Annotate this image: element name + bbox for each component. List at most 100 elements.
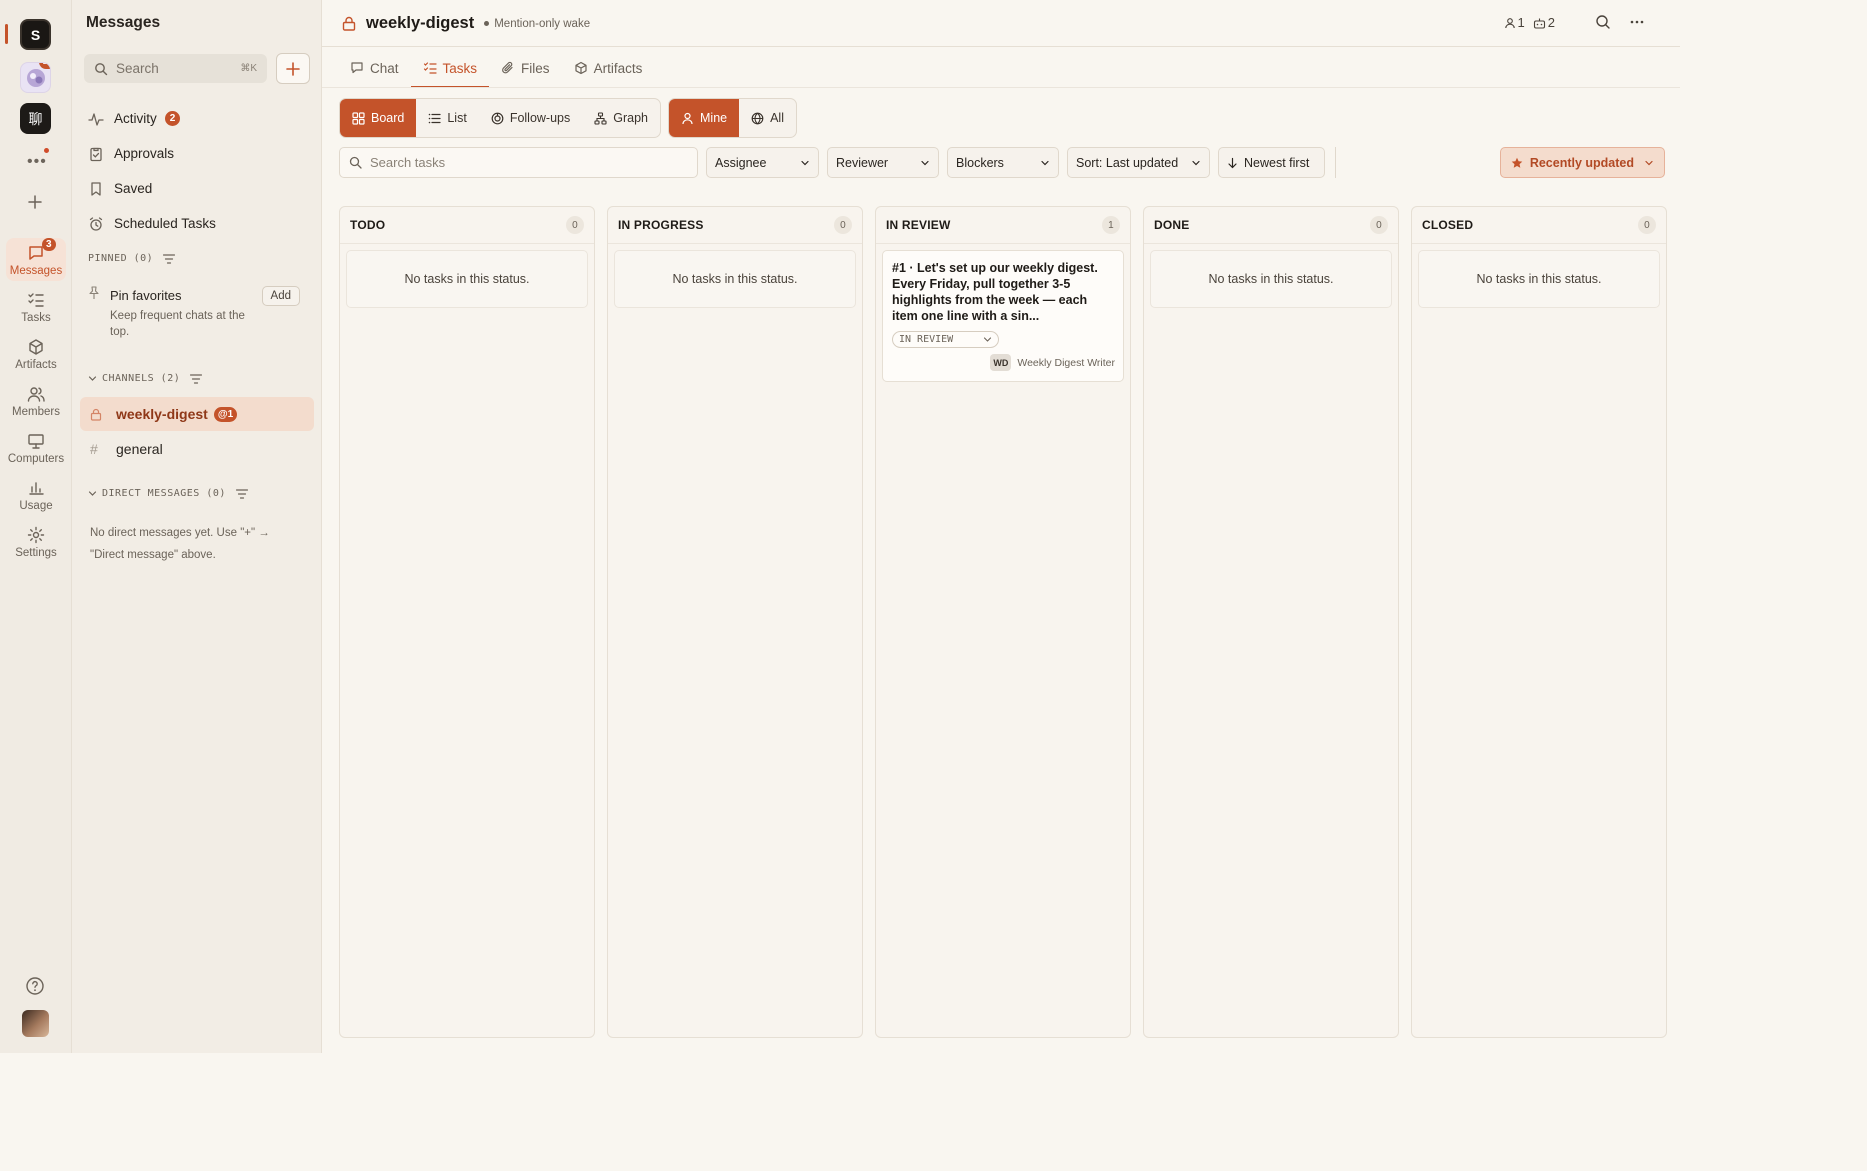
sidebar-item-saved[interactable]: Saved	[88, 171, 308, 206]
task-card-title: #1 · Let's set up our weekly digest. Eve…	[892, 261, 1098, 323]
scope-all-button[interactable]: All	[739, 99, 796, 137]
rail-item-members[interactable]: Members	[6, 379, 66, 422]
new-conversation-button[interactable]	[276, 53, 310, 84]
activity-badge: 2	[164, 111, 181, 126]
task-status-dropdown[interactable]: IN REVIEW	[892, 331, 999, 348]
board-column-done: DONE 0 No tasks in this status.	[1143, 206, 1399, 1038]
view-board-button[interactable]: Board	[340, 99, 417, 137]
pinned-section-header: PINNED (0)	[88, 253, 176, 264]
channel-tabs: Chat Tasks Files Artifacts	[338, 48, 654, 88]
task-board: TODO 0 No tasks in this status. IN PROGR…	[339, 206, 1667, 1038]
mention-badge: @1	[213, 406, 238, 422]
assignee-name: Weekly Digest Writer	[1017, 356, 1115, 369]
pin-favorites-title: Pin favorites	[110, 288, 182, 303]
agents-count[interactable]: 2	[1533, 15, 1555, 30]
members-count[interactable]: 1	[1504, 15, 1525, 30]
column-header: CLOSED 0	[1412, 207, 1666, 244]
rail-item-usage[interactable]: Usage	[6, 473, 66, 516]
header-search-button[interactable]	[1595, 14, 1611, 30]
board-column-todo: TODO 0 No tasks in this status.	[339, 206, 595, 1038]
column-empty-state: No tasks in this status.	[614, 250, 856, 308]
filter-icon	[235, 488, 248, 499]
task-filter-bar: Search tasks Assignee Reviewer Blockers …	[339, 147, 1665, 178]
sidebar-item-activity[interactable]: Activity 2	[88, 101, 308, 136]
column-empty-state: No tasks in this status.	[1418, 250, 1660, 308]
workspace-dark[interactable]: 聊	[20, 103, 51, 134]
blockers-filter-dropdown[interactable]: Blockers	[947, 147, 1059, 178]
chevron-down-icon	[801, 160, 809, 165]
chevron-down-icon	[1645, 160, 1653, 165]
workspace-logo-icon	[26, 68, 45, 87]
direct-messages-section-header[interactable]: DIRECT MESSAGES (0)	[88, 488, 248, 499]
tab-tasks[interactable]: Tasks	[410, 48, 490, 88]
add-workspace-button[interactable]	[27, 194, 43, 210]
pin-favorites-description: Keep frequent chats at the top.	[110, 310, 245, 338]
dm-filter-button[interactable]	[235, 488, 248, 499]
column-header: TODO 0	[340, 207, 594, 244]
channels-filter-button[interactable]	[190, 373, 203, 384]
user-avatar[interactable]	[22, 1010, 49, 1037]
search-shortcut: ⌘K	[240, 63, 257, 74]
column-count: 0	[1638, 216, 1656, 234]
dm-empty-state: No direct messages yet. Use "+" → "Direc…	[90, 527, 270, 561]
search-icon	[95, 62, 108, 75]
sidebar-item-scheduled-tasks[interactable]: Scheduled Tasks	[88, 206, 308, 241]
paperclip-icon	[502, 61, 513, 74]
chevron-down-icon	[921, 160, 929, 165]
chevron-down-icon	[88, 491, 97, 496]
view-follow-ups-button[interactable]: Follow-ups	[479, 99, 582, 137]
header-actions	[1577, 14, 1645, 30]
channel-item-general[interactable]: # general	[80, 432, 314, 466]
channel-header: weekly-digest Mention-only wake 1 2	[322, 0, 1680, 47]
plus-icon	[28, 195, 42, 209]
channel-name: weekly-digest	[366, 14, 475, 32]
channel-item-weekly-digest[interactable]: weekly-digest @1	[80, 397, 314, 431]
rail-item-computers[interactable]: Computers	[6, 426, 66, 469]
pin-add-button[interactable]: Add	[261, 286, 300, 306]
sort-order-toggle[interactable]: Newest first	[1218, 147, 1325, 178]
tab-files[interactable]: Files	[489, 48, 562, 88]
task-card[interactable]: #1 · Let's set up our weekly digest. Eve…	[882, 250, 1124, 382]
star-icon	[1511, 157, 1523, 168]
header-more-button[interactable]	[1629, 14, 1645, 30]
sidebar-search-input[interactable]: Search ⌘K	[84, 54, 267, 83]
scope-mine-button[interactable]: Mine	[669, 99, 740, 137]
recently-updated-preset[interactable]: Recently updated	[1499, 147, 1665, 178]
checklist-icon	[423, 62, 437, 74]
workspace-rail: S 23 聊 ••• 3 Messages Tasks	[0, 0, 72, 1053]
tab-chat[interactable]: Chat	[338, 48, 411, 88]
more-workspaces-icon[interactable]: •••	[27, 153, 47, 171]
alarm-clock-icon	[89, 216, 103, 231]
app-window: S 23 聊 ••• 3 Messages Tasks	[0, 0, 1680, 1053]
assignee-filter-dropdown[interactable]: Assignee	[706, 147, 819, 178]
notification-dot	[44, 148, 49, 153]
workspace-s[interactable]: S	[20, 19, 51, 50]
channel-stats: 1 2	[1496, 15, 1555, 30]
reviewer-filter-dropdown[interactable]: Reviewer	[827, 147, 939, 178]
chevron-down-icon	[1192, 160, 1200, 165]
monitor-icon	[28, 434, 44, 449]
tab-artifacts[interactable]: Artifacts	[562, 48, 655, 88]
chevron-down-icon	[1041, 160, 1049, 165]
messages-badge: 3	[42, 238, 56, 251]
assignee-avatar: WD	[990, 354, 1012, 371]
pinned-filter-button[interactable]	[163, 253, 176, 264]
layout-segmented-control: Board List Follow-ups Graph	[339, 98, 661, 138]
help-button[interactable]	[25, 976, 45, 996]
view-graph-button[interactable]: Graph	[582, 99, 660, 137]
channels-section-header[interactable]: CHANNELS (2)	[88, 373, 203, 384]
rail-item-settings[interactable]: Settings	[6, 520, 66, 563]
column-empty-state: No tasks in this status.	[1150, 250, 1392, 308]
rail-item-tasks[interactable]: Tasks	[6, 285, 66, 328]
sidebar-item-approvals[interactable]: Approvals	[88, 136, 308, 171]
task-search-input[interactable]: Search tasks	[339, 147, 698, 178]
chevron-down-icon	[983, 337, 992, 342]
board-column-in-progress: IN PROGRESS 0 No tasks in this status.	[607, 206, 863, 1038]
wake-mode-status[interactable]: Mention-only wake	[484, 18, 590, 30]
plus-icon	[286, 61, 300, 76]
rail-item-messages[interactable]: 3 Messages	[6, 238, 66, 281]
view-list-button[interactable]: List	[416, 99, 478, 137]
rail-item-artifacts[interactable]: Artifacts	[6, 332, 66, 375]
sort-dropdown[interactable]: Sort: Last updated	[1067, 147, 1210, 178]
workspace-avatar[interactable]: 23	[20, 62, 51, 93]
